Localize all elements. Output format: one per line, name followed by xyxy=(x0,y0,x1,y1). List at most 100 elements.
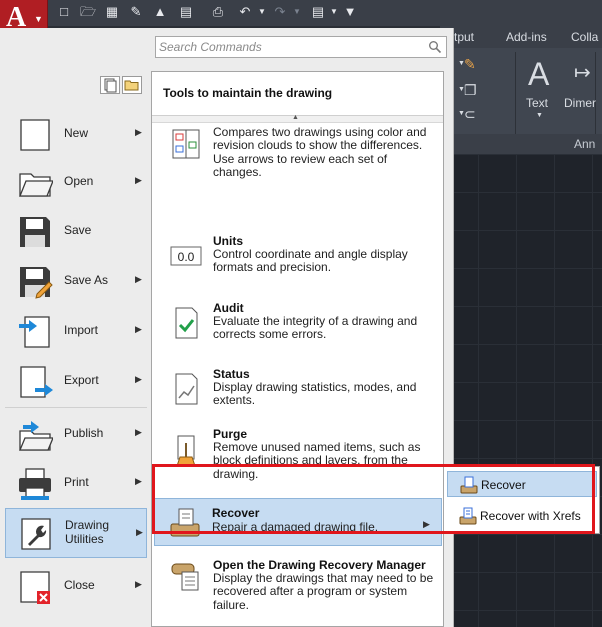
drawing-canvas[interactable] xyxy=(440,154,602,627)
menu-item-drawing-utilities[interactable]: Drawing Utilities ▶ xyxy=(5,508,147,558)
annotation-panel-label[interactable]: Ann xyxy=(574,137,595,151)
save-icon[interactable]: ▦ xyxy=(104,4,120,20)
submenu-item-status[interactable]: Status Display drawing statistics, modes… xyxy=(156,367,439,415)
undo-icon[interactable]: ↶ xyxy=(237,4,253,20)
plot-icon[interactable]: ▤ xyxy=(178,4,194,20)
undo-dropdown-icon[interactable]: ▼ xyxy=(258,4,266,20)
chevron-right-icon: ▶ xyxy=(135,427,142,437)
text-icon[interactable]: A xyxy=(528,56,549,93)
dimension-icon[interactable]: ↦ xyxy=(574,60,591,85)
menu-item-label: Save xyxy=(64,223,92,237)
import-icon xyxy=(19,316,50,348)
cube-icon[interactable]: ❐ xyxy=(464,82,477,99)
dropdown-icon[interactable]: ▼ xyxy=(458,60,465,67)
chevron-right-icon: ▶ xyxy=(135,579,142,589)
svg-text:0.0: 0.0 xyxy=(178,250,195,264)
submenu-item-title: Status xyxy=(213,367,250,381)
menu-item-label: New xyxy=(64,126,89,140)
recovery-manager-icon xyxy=(171,563,199,591)
menu-item-close[interactable]: Close ▶ xyxy=(5,563,147,609)
submenu-item-title: Open the Drawing Recovery Manager xyxy=(213,558,426,572)
print-icon[interactable]: ⎙ xyxy=(210,4,226,20)
submenu-item-drawing-compare[interactable]: Compares two drawings using color and re… xyxy=(156,125,439,192)
submenu-item-description: Repair a damaged drawing file. xyxy=(212,520,379,534)
recover-icon xyxy=(170,508,200,537)
menu-item-print[interactable]: Print ▶ xyxy=(5,460,147,506)
submenu-item-units[interactable]: 0.0 Units Control coordinate and angle d… xyxy=(156,234,439,282)
menu-item-label: Export xyxy=(64,373,99,387)
submenu-title: Tools to maintain the drawing xyxy=(163,86,333,100)
new-icon[interactable]: □ xyxy=(56,4,72,20)
submenu-item-title: Units xyxy=(213,234,243,248)
customize-toolbar-icon[interactable]: ▼ xyxy=(342,4,358,20)
submenu-item-description: Control coordinate and angle display for… xyxy=(213,247,408,275)
save-floppy-icon xyxy=(20,217,50,247)
chevron-up-icon: ▲ xyxy=(292,114,299,121)
search-commands-box[interactable] xyxy=(155,36,447,58)
menu-item-export[interactable]: Export ▶ xyxy=(5,358,147,404)
dropdown-icon[interactable]: ▼ xyxy=(536,112,543,119)
menu-item-new[interactable]: New ▶ xyxy=(5,111,147,157)
tab-collaborate[interactable]: Colla xyxy=(571,30,598,44)
submenu-item-description: Display drawing statistics, modes, and e… xyxy=(213,380,417,408)
save-as-icon[interactable]: ✎ xyxy=(128,4,144,20)
flyout-item-recover[interactable]: Recover xyxy=(447,471,597,497)
menu-divider xyxy=(5,407,147,408)
scroll-up-button[interactable]: ▲ xyxy=(152,114,443,123)
chevron-right-icon: ▶ xyxy=(135,175,142,185)
plot-preview-icon[interactable]: ▤ xyxy=(310,4,326,20)
dropdown-icon[interactable]: ▼ xyxy=(458,110,465,117)
submenu-item-title: Recover xyxy=(212,506,260,520)
redo-dropdown-icon[interactable]: ▼ xyxy=(293,4,301,20)
drawing-utilities-submenu: Tools to maintain the drawing ▲ Compares… xyxy=(151,71,444,627)
save-as-icon xyxy=(20,267,53,299)
purge-broom-icon xyxy=(176,435,196,467)
dimension-label[interactable]: Dimer xyxy=(564,96,596,110)
units-icon: 0.0 xyxy=(170,246,202,266)
wrench-icon xyxy=(21,518,51,550)
publish-icon[interactable]: ▲ xyxy=(152,4,168,20)
submenu-item-drawing-recovery-manager[interactable]: Open the Drawing Recovery Manager Displa… xyxy=(156,558,439,622)
status-chart-icon xyxy=(175,373,198,405)
menu-item-save[interactable]: Save xyxy=(5,208,147,254)
menu-item-publish[interactable]: Publish ▶ xyxy=(5,411,147,457)
submenu-item-audit[interactable]: Audit Evaluate the integrity of a drawin… xyxy=(156,301,439,349)
new-document-icon xyxy=(20,119,50,151)
text-tool-label[interactable]: Text xyxy=(526,96,548,110)
ellipse-icon[interactable]: ⊂ xyxy=(464,106,476,123)
submenu-item-purge[interactable]: Purge Remove unused named items, such as… xyxy=(156,427,439,489)
tab-add-ins[interactable]: Add-ins xyxy=(506,30,547,44)
ribbon-panel-footer: Ann xyxy=(440,134,602,154)
flyout-item-recover-with-xrefs[interactable]: Recover with Xrefs xyxy=(447,503,597,529)
recover-with-xrefs-icon xyxy=(459,507,477,525)
printer-icon xyxy=(19,468,51,500)
dropdown-icon[interactable]: ▼ xyxy=(458,86,465,93)
publish-icon xyxy=(19,421,53,451)
menu-item-import[interactable]: Import ▶ xyxy=(5,308,147,354)
menu-item-open[interactable]: Open ▶ xyxy=(5,159,147,205)
menu-item-label: Publish xyxy=(64,426,104,440)
submenu-item-title: Audit xyxy=(213,301,244,315)
submenu-header: Tools to maintain the drawing xyxy=(152,72,443,116)
menu-item-save-as[interactable]: Save As ▶ xyxy=(5,258,147,304)
chevron-down-icon: ▼ xyxy=(34,14,43,24)
open-folder-icon xyxy=(19,173,53,197)
redo-icon[interactable]: ↷ xyxy=(272,4,288,20)
search-input[interactable] xyxy=(159,39,419,55)
search-icon[interactable] xyxy=(428,40,442,54)
chevron-right-icon: ▶ xyxy=(135,324,142,334)
open-icon[interactable]: 🗁 xyxy=(80,4,96,20)
menu-item-label: Close xyxy=(64,578,95,592)
chevron-right-icon: ▶ xyxy=(135,274,142,284)
workspace-dropdown-icon[interactable]: ▼ xyxy=(330,4,338,20)
tab-output[interactable]: tput xyxy=(454,30,474,44)
pencil-icon[interactable]: ✎ xyxy=(464,56,476,73)
menu-item-label: Print xyxy=(64,475,89,489)
export-icon xyxy=(20,366,53,398)
submenu-item-recover[interactable]: Recover Repair a damaged drawing file. ▶ xyxy=(154,498,442,546)
chevron-right-icon: ▶ xyxy=(135,127,142,137)
submenu-item-description: Evaluate the integrity of a drawing and … xyxy=(213,314,418,342)
flyout-item-label: Recover xyxy=(481,478,526,492)
menu-item-label: Save As xyxy=(64,273,109,287)
menu-item-label: Drawing Utilities xyxy=(65,518,110,546)
